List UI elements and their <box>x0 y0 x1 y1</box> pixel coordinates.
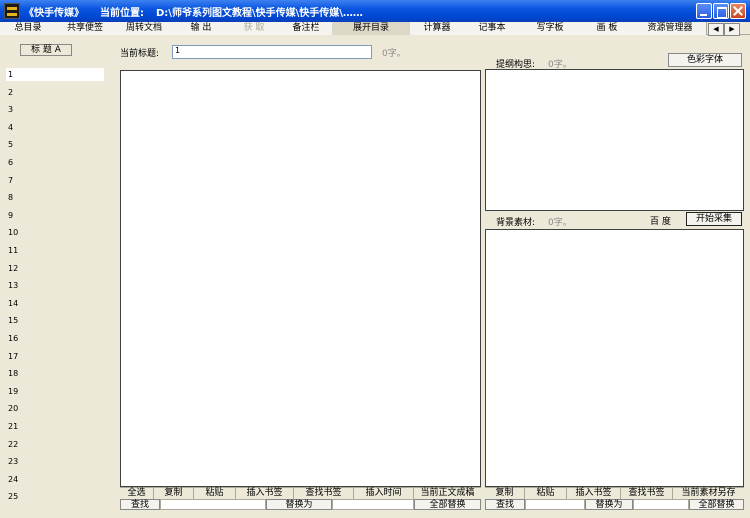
tab-turnover-docs[interactable]: 周转文档 <box>114 22 175 35</box>
tab-explorer[interactable]: 资源管理器 <box>634 22 707 35</box>
tab-expand-directory[interactable]: 展开目录 <box>332 22 411 35</box>
row-number[interactable]: 16 <box>8 334 38 343</box>
row-number[interactable]: 19 <box>8 387 38 396</box>
row-number[interactable]: 2 <box>8 88 38 97</box>
tab-output[interactable]: 输 出 <box>174 22 229 35</box>
material-editor[interactable] <box>485 229 744 487</box>
tab-wordpad[interactable]: 写字板 <box>520 22 581 35</box>
sort-by-title-button[interactable]: 标 题 A <box>20 44 72 56</box>
row-number[interactable]: 13 <box>8 281 38 290</box>
finalize-body-button[interactable]: 当前正文成稿 <box>414 488 481 499</box>
insert-bookmark-button[interactable]: 插入书签 <box>236 488 294 499</box>
row-number[interactable]: 18 <box>8 369 38 378</box>
close-button[interactable] <box>730 3 746 19</box>
row-number[interactable]: 20 <box>8 404 38 413</box>
material-char-count: 0字。 <box>548 218 572 228</box>
color-font-button[interactable]: 色彩字体 <box>668 53 742 67</box>
paste-button[interactable]: 粘贴 <box>194 488 236 499</box>
tab-bar: 总目录 共享便签 周转文档 输 出 获 取 备注栏 展开目录 计算器 记事本 写… <box>0 22 750 36</box>
material-find-bookmark-button[interactable]: 查找书签 <box>621 488 673 499</box>
row-number[interactable]: 4 <box>8 123 38 132</box>
row-number[interactable]: 12 <box>8 264 38 273</box>
row-number[interactable]: 11 <box>8 246 38 255</box>
row-number[interactable]: 7 <box>8 176 38 185</box>
row-number[interactable]: 6 <box>8 158 38 167</box>
tab-notepad[interactable]: 记事本 <box>464 22 521 35</box>
row-number[interactable]: 22 <box>8 440 38 449</box>
app-icon[interactable] <box>4 3 20 19</box>
material-replace-with-button[interactable]: 替换为 <box>585 499 633 510</box>
tab-notes-bar[interactable]: 备注栏 <box>280 22 333 35</box>
tab-paint[interactable]: 画 板 <box>580 22 635 35</box>
row-number[interactable]: 14 <box>8 299 38 308</box>
find-input[interactable] <box>160 499 266 510</box>
row-number[interactable]: 10 <box>8 228 38 237</box>
tab-scroll-right-icon[interactable]: ▶ <box>724 23 740 36</box>
title-bar[interactable]: 《快手传媒》 当前位置: D:\师爷系列图文教程\快手传媒\快手传媒\…… <box>0 0 750 22</box>
material-insert-bookmark-button[interactable]: 插入书签 <box>567 488 621 499</box>
row-number[interactable]: 15 <box>8 316 38 325</box>
minimize-button[interactable] <box>696 3 712 19</box>
tab-fetch[interactable]: 获 取 <box>228 22 281 35</box>
current-title-label: 当前标题: <box>120 49 160 59</box>
current-title-input[interactable]: 1 <box>172 45 372 59</box>
copy-button[interactable]: 复制 <box>154 488 194 499</box>
tab-calculator[interactable]: 计算器 <box>410 22 465 35</box>
row-number[interactable]: 24 <box>8 475 38 484</box>
replace-with-button[interactable]: 替换为 <box>266 499 332 510</box>
insert-time-button[interactable]: 插入时间 <box>354 488 414 499</box>
row-number[interactable]: 17 <box>8 352 38 361</box>
window-title: 《快手传媒》 <box>24 8 84 19</box>
material-paste-button[interactable]: 粘贴 <box>525 488 567 499</box>
minimize-icon <box>700 14 707 16</box>
row-number[interactable]: 3 <box>8 105 38 114</box>
material-label: 背景素材: <box>496 218 536 228</box>
material-find-button[interactable]: 查找 <box>485 499 525 510</box>
row-number[interactable]: 21 <box>8 422 38 431</box>
location-path: D:\师爷系列图文教程\快手传媒\快手传媒\…… <box>156 8 363 19</box>
row-number[interactable]: 23 <box>8 457 38 466</box>
find-button[interactable]: 查找 <box>120 499 160 510</box>
start-collect-button[interactable]: 开始采集 <box>686 212 742 226</box>
row-number[interactable]: 25 <box>8 492 38 501</box>
material-toolbar: 复制 粘贴 插入书签 查找书签 当前素材另存 <box>485 487 744 499</box>
row-number[interactable]: 1 <box>8 70 38 79</box>
replace-all-button[interactable]: 全部替换 <box>414 499 481 510</box>
tab-master-directory[interactable]: 总目录 <box>0 22 57 35</box>
tab-shared-notes[interactable]: 共享便签 <box>56 22 115 35</box>
row-number[interactable]: 9 <box>8 211 38 220</box>
body-toolbar: 全选 复制 粘贴 插入书签 查找书签 插入时间 当前正文成稿 <box>120 487 481 499</box>
row-number[interactable]: 8 <box>8 193 38 202</box>
find-bookmark-button[interactable]: 查找书签 <box>294 488 354 499</box>
tab-scroll-left-icon[interactable]: ◀ <box>708 23 724 36</box>
maximize-button[interactable] <box>713 3 729 19</box>
replace-input[interactable] <box>332 499 414 510</box>
maximize-icon <box>717 7 727 18</box>
save-material-as-button[interactable]: 当前素材另存 <box>673 488 744 499</box>
outline-editor[interactable] <box>485 69 744 211</box>
material-copy-button[interactable]: 复制 <box>485 488 525 499</box>
body-char-count: 0字。 <box>382 49 406 59</box>
material-replace-all-button[interactable]: 全部替换 <box>689 499 744 510</box>
row-number[interactable]: 5 <box>8 140 38 149</box>
material-replace-input[interactable] <box>633 499 689 510</box>
body-editor[interactable] <box>120 70 481 487</box>
material-find-input[interactable] <box>525 499 585 510</box>
location-label: 当前位置: <box>100 8 144 19</box>
baidu-link[interactable]: 百 度 <box>650 214 671 227</box>
select-all-button[interactable]: 全选 <box>120 488 154 499</box>
